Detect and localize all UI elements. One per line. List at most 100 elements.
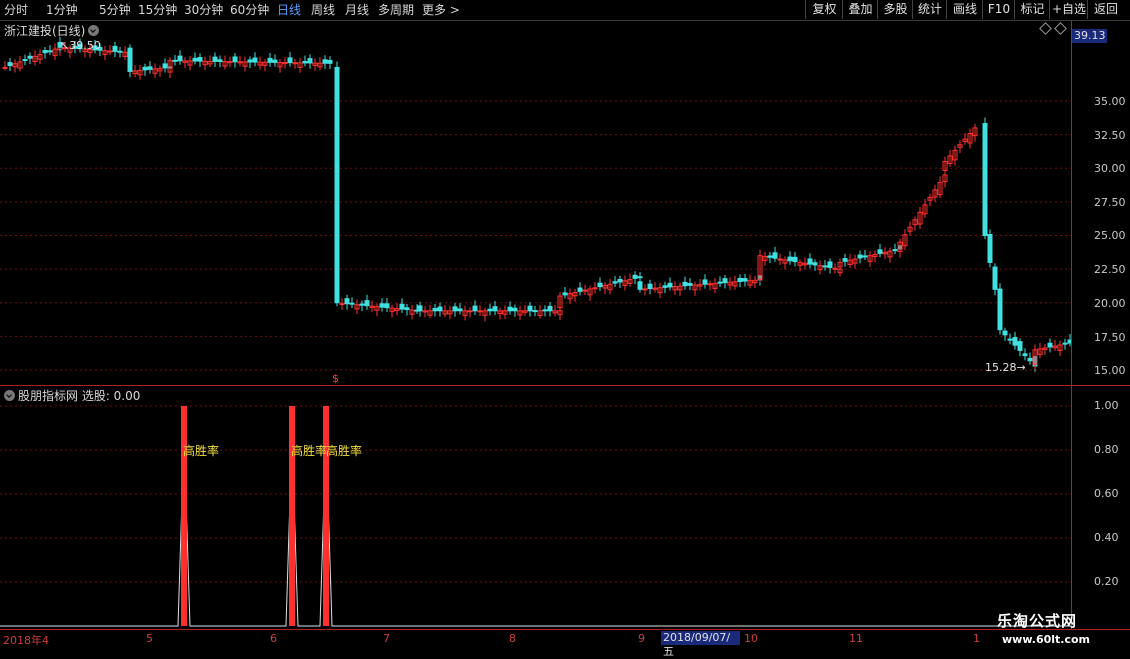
- period-tab-multi[interactable]: 多周期: [378, 1, 414, 19]
- candle-body: [767, 255, 773, 258]
- candle-body: [142, 66, 148, 71]
- candle-body: [1022, 353, 1028, 357]
- draw-line-button[interactable]: 画线: [946, 0, 983, 19]
- indicator-title-text: 股朋指标网 选股: 0.00: [18, 389, 141, 403]
- signal-bar: [289, 406, 295, 626]
- candle-body: [1012, 337, 1018, 346]
- watermark-url: www.60lt.com: [1002, 633, 1091, 646]
- candle-body: [667, 282, 673, 288]
- candle-body: [582, 289, 588, 292]
- candle-body: [527, 305, 533, 312]
- period-tab-15min[interactable]: 15分钟: [138, 1, 177, 19]
- candle-body: [997, 311, 1003, 331]
- overlay-button[interactable]: 叠加: [842, 0, 878, 19]
- low-arrow-icon: →: [1016, 361, 1026, 374]
- candle-body: [987, 233, 993, 263]
- candle-body: [1017, 341, 1023, 351]
- mark-button[interactable]: 标记: [1014, 0, 1050, 19]
- indicator-chart[interactable]: [0, 386, 1071, 628]
- candle-body: [532, 310, 538, 313]
- kline-chart[interactable]: [0, 21, 1071, 385]
- stock-title-text: 浙江建投(日线): [4, 24, 86, 38]
- adjust-button[interactable]: 复权: [805, 0, 843, 19]
- candle-body: [7, 62, 13, 67]
- candle-body: [117, 50, 123, 53]
- high-price-marker: ↖39.50: [60, 39, 101, 52]
- candle-body: [812, 262, 818, 266]
- candle-body: [42, 49, 48, 54]
- candle-body: [992, 266, 998, 290]
- date-tick: 5: [146, 632, 153, 645]
- period-tab-weekly[interactable]: 周线: [311, 1, 335, 19]
- candle-body: [547, 305, 553, 312]
- candle-body: [842, 258, 848, 262]
- period-tab-more[interactable]: 更多 >: [422, 1, 460, 19]
- price-tick: 15.00: [1094, 364, 1126, 377]
- candle-body: [722, 278, 728, 284]
- candle-body: [777, 258, 783, 261]
- candle-body: [832, 267, 838, 270]
- period-tab-5min[interactable]: 5分钟: [99, 1, 131, 19]
- candle-body: [247, 59, 253, 63]
- candle-body: [437, 306, 443, 312]
- signal-label: 高胜率: [291, 444, 328, 458]
- candle-body: [542, 309, 548, 312]
- candle-body: [197, 57, 203, 62]
- period-tab-60min[interactable]: 60分钟: [230, 1, 269, 19]
- candle-body: [687, 283, 693, 286]
- candle-body: [227, 61, 233, 64]
- date-tick: 9: [638, 632, 645, 645]
- low-price-value: 15.28: [985, 361, 1017, 374]
- candle-body: [322, 59, 328, 64]
- date-tick: 2018年4: [3, 634, 49, 647]
- candle-body: [487, 308, 493, 312]
- period-tab-monthly[interactable]: 月线: [345, 1, 369, 19]
- candle-body: [632, 274, 638, 279]
- price-tick: 22.50: [1094, 263, 1126, 276]
- candle-body: [577, 287, 583, 292]
- candle-body: [237, 61, 243, 64]
- period-tab-1min[interactable]: 1分钟: [46, 1, 78, 19]
- date-tick: 6: [270, 632, 277, 645]
- candle-body: [267, 57, 273, 63]
- candle-body: [467, 310, 473, 313]
- candle-body: [452, 306, 458, 312]
- indicator-plot: [0, 405, 1071, 627]
- back-button[interactable]: 返回: [1087, 0, 1124, 19]
- candle-body: [982, 122, 988, 236]
- date-tick: 11: [849, 632, 863, 645]
- candle-body: [212, 56, 218, 62]
- price-tick: 35.00: [1094, 95, 1126, 108]
- toolbar: 分时 1分钟 5分钟 15分钟 30分钟 60分钟 日线 周线 月线 多周期 更…: [0, 0, 1130, 21]
- indicator-line: [0, 497, 1071, 627]
- price-tick: 32.50: [1094, 129, 1126, 142]
- candle-body: [162, 63, 168, 69]
- candle-body: [592, 287, 598, 290]
- settings-dropdown-icon[interactable]: [88, 25, 100, 36]
- period-tab-daily[interactable]: 日线: [277, 1, 301, 19]
- candle-body: [112, 45, 118, 52]
- add-watchlist-button[interactable]: +自选: [1049, 0, 1088, 19]
- period-tab-intraday[interactable]: 分时: [4, 1, 28, 19]
- candle-body: [1027, 357, 1033, 362]
- candle-body: [892, 249, 898, 252]
- indicator-dropdown-icon[interactable]: [4, 390, 15, 401]
- f10-button[interactable]: F10: [982, 0, 1015, 19]
- candle-body: [349, 302, 355, 305]
- statistics-button[interactable]: 统计: [912, 0, 947, 19]
- signal-label: 高胜率: [326, 444, 363, 458]
- date-tick: 7: [383, 632, 390, 645]
- candle-body: [492, 306, 498, 312]
- indicator-tick: 0.80: [1094, 443, 1119, 456]
- signal-label: 高胜率: [183, 444, 220, 458]
- candle-body: [787, 256, 793, 262]
- multi-stock-button[interactable]: 多股: [877, 0, 913, 19]
- candle-body: [359, 303, 365, 306]
- indicator-tick: 0.20: [1094, 575, 1119, 588]
- period-tab-30min[interactable]: 30分钟: [184, 1, 223, 19]
- candle-body: [822, 265, 828, 268]
- candle-body: [707, 283, 713, 286]
- signal-dollar-icon: $: [332, 372, 339, 385]
- date-tick: 1: [973, 632, 980, 645]
- cursor-date: 2018/09/07/五: [661, 631, 740, 658]
